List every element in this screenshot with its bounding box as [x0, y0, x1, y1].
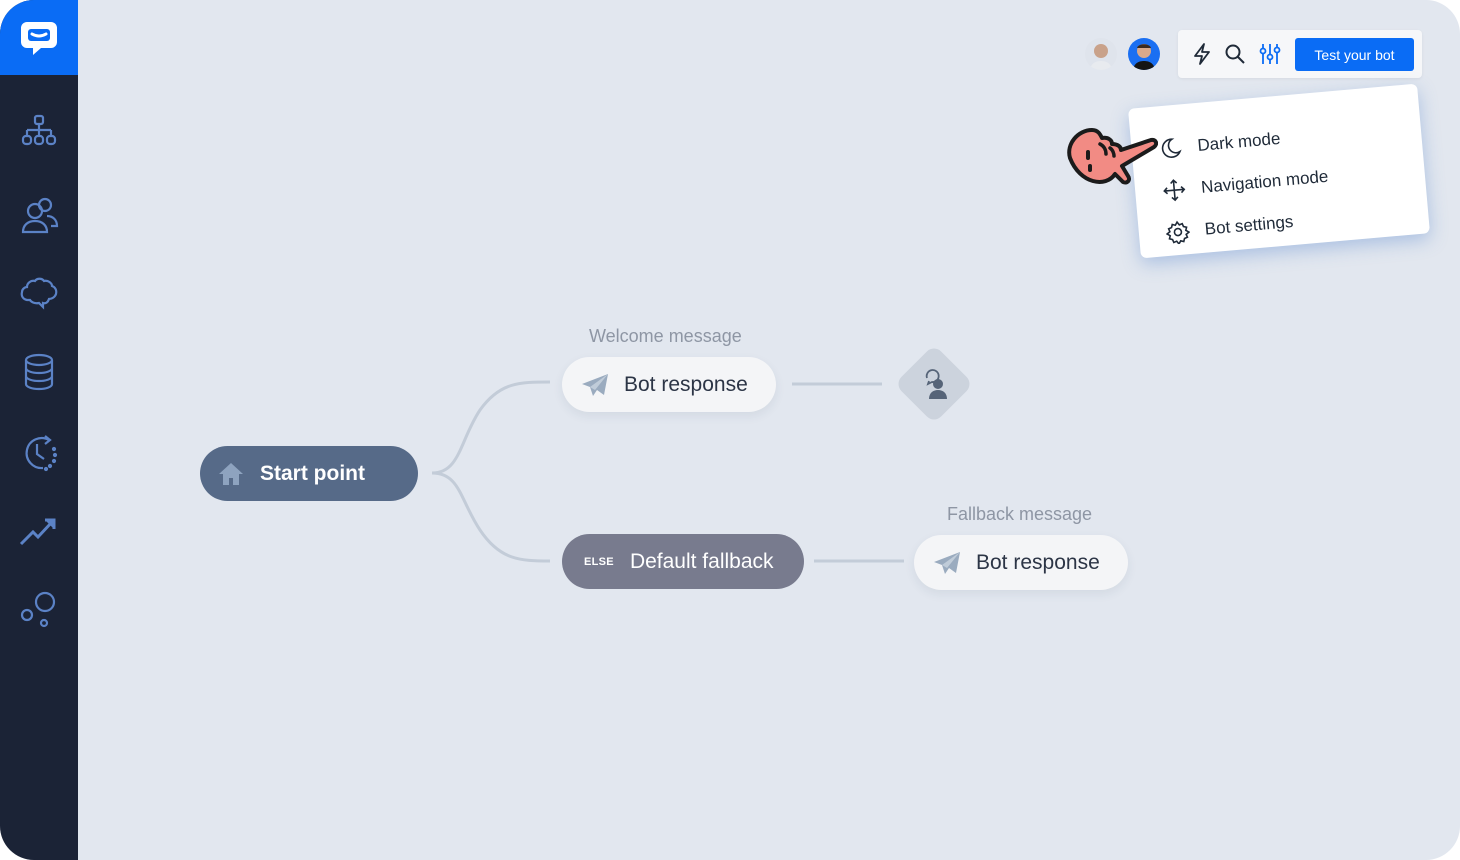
welcome-message-caption: Welcome message [589, 326, 742, 346]
default-fallback-node[interactable]: ELSE Default fallback [562, 534, 804, 589]
search-icon[interactable] [1223, 42, 1247, 66]
paper-plane-icon [932, 548, 962, 578]
pointing-hand-icon [1067, 128, 1158, 185]
menu-item-navigation-mode[interactable]: Navigation mode [1160, 164, 1329, 205]
welcome-bot-response-node[interactable]: Bot response [562, 357, 776, 412]
move-arrows-icon [1160, 176, 1188, 204]
app-window: Start point Welcome message Bot response… [0, 0, 1460, 860]
edge-start-to-welcome [431, 380, 551, 475]
gear-icon [1164, 218, 1192, 246]
paper-plane-icon [580, 370, 610, 400]
else-tag: ELSE [584, 555, 614, 568]
start-point-node[interactable]: Start point [200, 446, 418, 501]
fallback-bot-response-node[interactable]: Bot response [914, 535, 1128, 590]
default-fallback-label: Default fallback [629, 549, 774, 573]
lightning-icon[interactable] [1190, 42, 1214, 66]
agent-handoff-icon [910, 360, 958, 408]
moon-icon [1157, 134, 1185, 162]
settings-dropdown-menu: Dark mode Navigation mode Bot settings [1128, 83, 1430, 259]
edge-start-to-fallback [431, 471, 551, 563]
menu-item-bot-settings[interactable]: Bot settings [1164, 209, 1295, 246]
menu-item-dark-mode[interactable]: Dark mode [1157, 126, 1282, 163]
sliders-icon[interactable] [1258, 42, 1282, 66]
home-icon [216, 459, 246, 489]
user-avatar-2[interactable] [1128, 38, 1160, 70]
bot-response-label: Bot response [976, 550, 1100, 574]
menu-item-label: Bot settings [1203, 211, 1295, 239]
test-your-bot-button[interactable]: Test your bot [1295, 38, 1414, 71]
fallback-message-caption: Fallback message [947, 504, 1093, 524]
menu-item-label: Dark mode [1196, 128, 1282, 155]
top-toolbar: Test your bot [1178, 30, 1422, 78]
bot-response-label: Bot response [624, 372, 748, 396]
start-point-label: Start point [260, 461, 365, 485]
user-avatar-1[interactable] [1085, 38, 1117, 70]
menu-item-label: Navigation mode [1200, 166, 1330, 197]
